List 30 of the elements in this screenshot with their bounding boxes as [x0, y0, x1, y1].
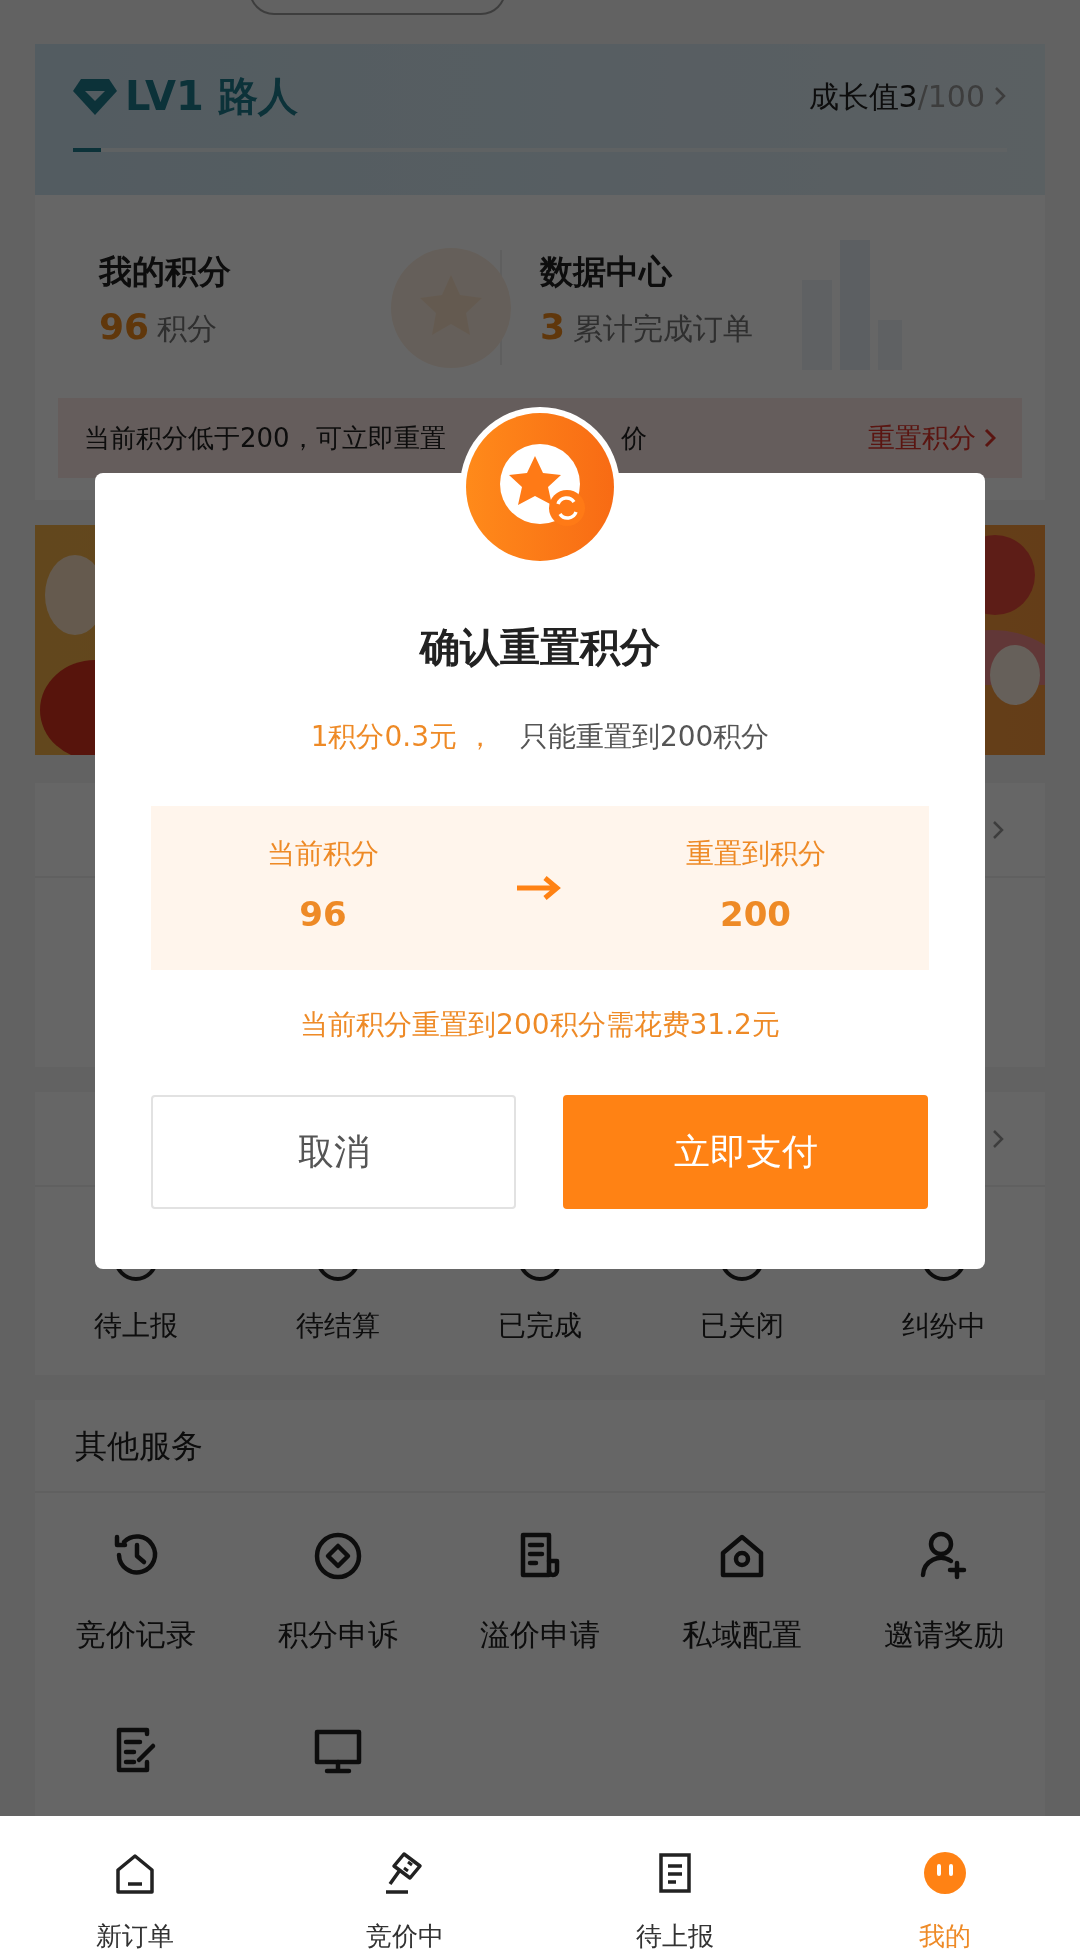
points-title: 我的积分: [99, 251, 232, 293]
current-points-value: 96: [298, 893, 348, 936]
tab-item[interactable]: 我的: [810, 1816, 1080, 1951]
notice-text: 当前积分低于200，可立即重置: [84, 421, 446, 455]
order-status-label[interactable]: 纠纷中: [902, 1306, 986, 1346]
order-status-label[interactable]: 待上报: [94, 1306, 178, 1346]
tab-item[interactable]: 竞价中: [270, 1816, 540, 1951]
data-center-title: 数据中心: [539, 251, 674, 293]
service-label[interactable]: 私域配置: [682, 1615, 802, 1655]
dialog-subtitle: 1积分0.3元 ， 只能重置到200积分: [309, 719, 771, 755]
order-status-label[interactable]: 待结算: [296, 1306, 380, 1346]
service-label[interactable]: 竞价记录: [76, 1615, 196, 1655]
target-points-value: 200: [719, 893, 792, 936]
order-status-label[interactable]: 已关闭: [700, 1306, 784, 1346]
target-points-label: 重置到积分: [684, 836, 827, 872]
tab-item[interactable]: 新订单: [0, 1816, 270, 1951]
level-title: LV1 路人: [125, 72, 298, 121]
notice-text: 价: [620, 421, 647, 455]
reset-points-link[interactable]: 重置积分: [868, 417, 996, 459]
order-status-label[interactable]: 已完成: [498, 1306, 582, 1346]
tab-item[interactable]: 待上报: [540, 1816, 810, 1951]
dialog-title: 确认重置积分: [418, 623, 661, 672]
service-label[interactable]: 溢价申请: [480, 1615, 600, 1655]
cost-text: 当前积分重置到200积分需花费31.2元: [299, 1007, 781, 1043]
pay-button[interactable]: 立即支付: [563, 1095, 928, 1209]
current-points-label: 当前积分: [266, 836, 380, 872]
section-title: 其他服务: [75, 1425, 203, 1467]
cancel-button[interactable]: 取消: [151, 1095, 516, 1209]
service-label[interactable]: 积分申诉: [278, 1615, 398, 1655]
service-label[interactable]: 邀请奖励: [884, 1615, 1004, 1655]
